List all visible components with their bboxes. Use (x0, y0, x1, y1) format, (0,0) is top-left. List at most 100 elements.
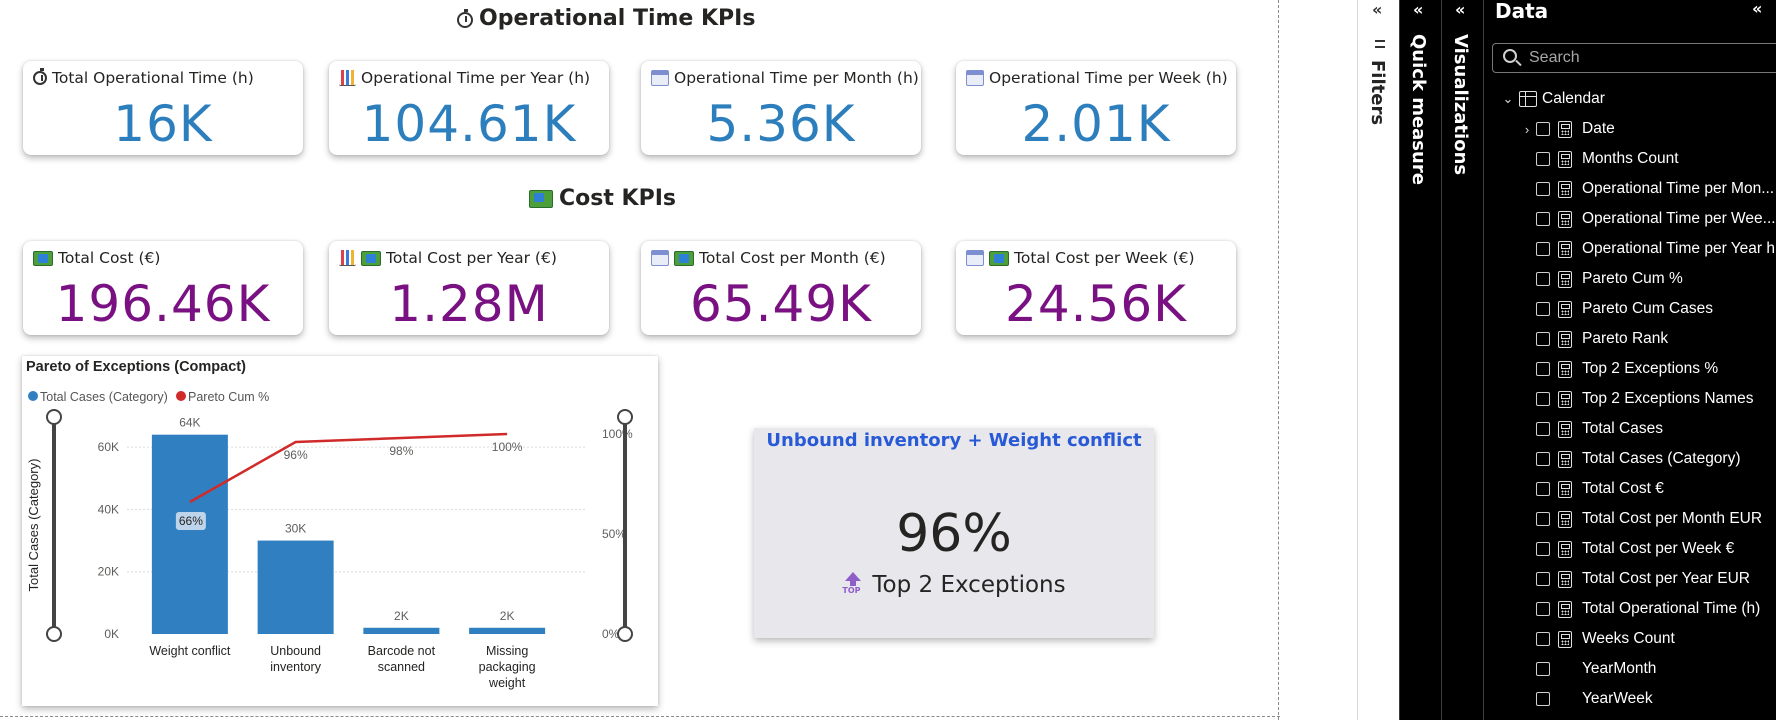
filters-pane-title[interactable]: Filters (1367, 60, 1388, 125)
field-item[interactable]: Operational Time per Year h (1520, 236, 1775, 262)
field-checkbox[interactable] (1536, 482, 1550, 496)
field-checkbox[interactable] (1536, 512, 1550, 526)
field-checkbox[interactable] (1536, 452, 1550, 466)
field-checkbox[interactable] (1536, 692, 1550, 706)
filters-pane-collapsed[interactable]: « Filters (1357, 0, 1399, 720)
kpi-label-text: Total Cost per Month (€) (699, 249, 886, 267)
field-checkbox[interactable] (1536, 602, 1550, 616)
line-data-label: 100% (492, 440, 523, 454)
field-checkbox[interactable] (1536, 242, 1550, 256)
field-item[interactable]: Pareto Rank (1520, 326, 1668, 352)
kpi-value: 65.49K (690, 275, 872, 333)
pareto-line (189, 432, 508, 504)
field-name: Pareto Rank (1582, 330, 1669, 347)
kpi-value: 24.56K (1005, 275, 1187, 333)
visualizations-pane-collapsed[interactable]: « Visualizations (1441, 0, 1483, 720)
field-checkbox[interactable] (1536, 332, 1550, 346)
kpi-card-total-cost-per-year[interactable]: Total Cost per Year (€) 1.28M (329, 241, 609, 335)
search-box[interactable] (1492, 43, 1776, 73)
field-checkbox[interactable] (1536, 152, 1550, 166)
field-item[interactable]: Total Cases (1520, 416, 1663, 442)
kpi-card-total-cost[interactable]: Total Cost (€) 196.46K (23, 241, 303, 335)
field-item[interactable]: Total Cost per Month EUR (1520, 506, 1762, 532)
field-name: Top 2 Exceptions Names (1582, 390, 1754, 407)
cost-section-title: Cost KPIs (529, 186, 676, 211)
field-item[interactable]: Total Cost per Week € (1520, 536, 1734, 562)
field-item[interactable]: Pareto Cum % (1520, 266, 1683, 292)
kpi-value: 1.28M (389, 275, 549, 333)
bar[interactable] (257, 540, 334, 634)
kpi-card-operational-time-per-month[interactable]: Operational Time per Month (h) 5.36K (641, 61, 921, 155)
y-zoom-slider-handle-top[interactable] (46, 409, 62, 425)
field-name: YearWeek (1582, 690, 1653, 707)
bar-data-label: 30K (285, 522, 306, 536)
field-item[interactable]: Top 2 Exceptions % (1520, 356, 1718, 382)
kpi-label-text: Operational Time per Week (h) (989, 69, 1228, 87)
legend-item-cum: Pareto Cum % (188, 390, 269, 404)
kpi-card-total-operational-time[interactable]: Total Operational Time (h) 16K (23, 61, 303, 155)
calendar-icon (651, 70, 669, 86)
expand-quick-measure-icon[interactable]: « (1413, 0, 1423, 19)
field-item[interactable]: › Date (1520, 116, 1615, 142)
field-checkbox[interactable] (1536, 572, 1550, 586)
field-item[interactable]: YearMonth (1520, 656, 1656, 682)
search-input[interactable] (1529, 47, 1769, 69)
expand-visualizations-icon[interactable]: « (1455, 0, 1465, 19)
kpi-card-total-cost-per-week[interactable]: Total Cost per Week (€) 24.56K (956, 241, 1236, 335)
field-checkbox[interactable] (1536, 122, 1550, 136)
chevron-down-icon[interactable]: ⌄ (1501, 91, 1515, 107)
field-item[interactable]: Months Count (1520, 146, 1679, 172)
x-tick-label: inventory (270, 660, 321, 674)
top2-exceptions-card[interactable]: Unbound inventory + Weight conflict 96% … (754, 428, 1154, 638)
field-name: Total Cost per Week € (1582, 540, 1735, 557)
field-item[interactable]: Total Cost € (1520, 476, 1664, 502)
pareto-chart-visual[interactable]: Pareto of Exceptions (Compact) Total Case… (22, 356, 658, 706)
kpi-card-label: Total Cost (€) (33, 249, 160, 267)
field-name: Total Cost € (1582, 480, 1664, 497)
x-tick-label: scanned (378, 660, 425, 674)
field-checkbox[interactable] (1536, 542, 1550, 556)
calendar-icon (966, 70, 984, 86)
bar[interactable] (363, 627, 440, 634)
field-checkbox[interactable] (1536, 182, 1550, 196)
kpi-card-operational-time-per-week[interactable]: Operational Time per Week (h) 2.01K (956, 61, 1236, 155)
calculator-icon (1558, 390, 1572, 408)
field-checkbox[interactable] (1536, 422, 1550, 436)
quick-measure-pane-title[interactable]: Quick measure (1408, 34, 1429, 185)
field-checkbox[interactable] (1536, 632, 1550, 646)
field-item[interactable]: Total Operational Time (h) (1520, 596, 1760, 622)
field-item[interactable]: Total Cases (Category) (1520, 446, 1741, 472)
y2-tick-label: 100% (602, 427, 633, 441)
collapse-data-pane-icon[interactable]: « (1752, 0, 1762, 18)
field-item[interactable]: YearWeek (1520, 686, 1653, 712)
field-checkbox[interactable] (1536, 212, 1550, 226)
top2-label-row: Top 2 Exceptions (754, 572, 1154, 598)
y-zoom-slider-handle-bottom[interactable] (46, 626, 62, 642)
table-calendar[interactable]: ⌄ Calendar (1501, 86, 1605, 112)
bar[interactable] (469, 627, 546, 634)
field-checkbox[interactable] (1536, 272, 1550, 286)
field-checkbox[interactable] (1536, 392, 1550, 406)
search-icon (1503, 49, 1517, 63)
bar[interactable] (151, 434, 228, 634)
field-checkbox[interactable] (1536, 362, 1550, 376)
field-item[interactable]: Pareto Cum Cases (1520, 296, 1713, 322)
chevron-right-icon[interactable]: › (1520, 122, 1534, 137)
quick-measure-pane-collapsed[interactable]: « Quick measure (1399, 0, 1441, 720)
expand-filters-icon[interactable]: « (1372, 0, 1382, 19)
field-item[interactable]: Operational Time per Wee... (1520, 206, 1776, 232)
op-section-title-text: Operational Time KPIs (479, 6, 756, 31)
field-checkbox[interactable] (1536, 302, 1550, 316)
y2-zoom-slider-handle-top[interactable] (617, 409, 633, 425)
y2-zoom-slider-handle-bottom[interactable] (617, 626, 633, 642)
field-item[interactable]: Operational Time per Mon... (1520, 176, 1774, 202)
field-item[interactable]: Weeks Count (1520, 626, 1675, 652)
kpi-card-operational-time-per-year[interactable]: Operational Time per Year (h) 104.61K (329, 61, 609, 155)
calculator-icon (1558, 630, 1572, 648)
visualizations-pane-title[interactable]: Visualizations (1450, 34, 1471, 175)
kpi-card-total-cost-per-month[interactable]: Total Cost per Month (€) 65.49K (641, 241, 921, 335)
field-checkbox[interactable] (1536, 662, 1550, 676)
field-item[interactable]: Total Cost per Year EUR (1520, 566, 1750, 592)
field-item[interactable]: Top 2 Exceptions Names (1520, 386, 1753, 412)
legend-marker-cases (28, 391, 38, 401)
